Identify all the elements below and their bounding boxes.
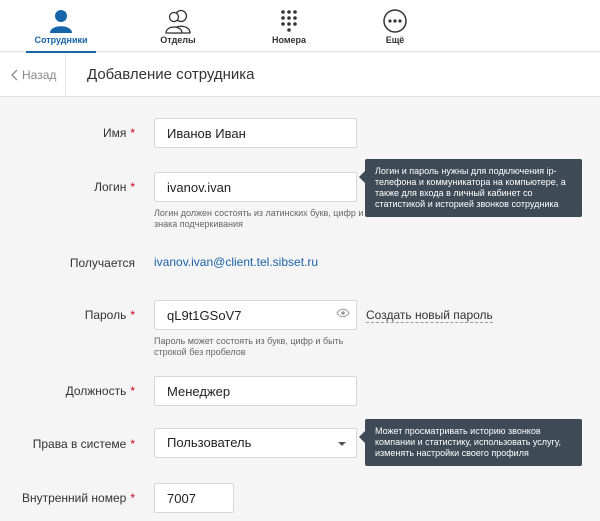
tab-label: Ещё bbox=[385, 35, 405, 45]
back-label: Назад bbox=[22, 68, 57, 82]
eye-icon[interactable] bbox=[336, 308, 350, 318]
login-input[interactable] bbox=[154, 172, 357, 202]
required-mark: * bbox=[130, 180, 135, 194]
tab-label: Отделы bbox=[160, 35, 196, 45]
tab-label: Сотрудники bbox=[34, 35, 88, 45]
required-mark: * bbox=[130, 308, 135, 322]
name-label: Имя * bbox=[102, 126, 135, 140]
password-label: Пароль * bbox=[84, 308, 135, 322]
chevron-left-icon bbox=[10, 69, 18, 81]
more-icon bbox=[383, 9, 407, 33]
chevron-down-icon bbox=[338, 442, 346, 446]
required-mark: * bbox=[130, 437, 135, 451]
resulting-email: ivanov.ivan@client.tel.sibset.ru bbox=[154, 255, 319, 269]
position-input[interactable] bbox=[154, 376, 357, 406]
login-label: Логин * bbox=[94, 180, 135, 194]
tab-more[interactable]: Ещё bbox=[340, 0, 450, 52]
users-icon bbox=[165, 9, 191, 34]
tab-departments[interactable]: Отделы bbox=[123, 0, 233, 52]
user-icon bbox=[50, 10, 72, 33]
page-title: Добавление сотрудника bbox=[87, 66, 255, 83]
rights-tooltip: Может просматривать историю звонков комп… bbox=[359, 419, 582, 466]
required-mark: * bbox=[130, 126, 135, 140]
required-mark: * bbox=[130, 384, 135, 398]
page-header: Назад Добавление сотрудника bbox=[0, 53, 600, 97]
result-label: Получается bbox=[69, 256, 135, 270]
login-hint: Логин должен состоять из латинских букв,… bbox=[154, 208, 364, 229]
dialpad-icon bbox=[281, 10, 297, 32]
password-hint: Пароль может состоять из букв, цифр и бы… bbox=[154, 336, 344, 357]
rights-select[interactable]: Пользователь bbox=[154, 428, 357, 458]
tab-label: Номера bbox=[271, 35, 307, 45]
tab-employees[interactable]: Сотрудники bbox=[6, 0, 116, 53]
rights-selected-value: Пользователь bbox=[167, 435, 252, 450]
back-button[interactable]: Назад bbox=[0, 53, 66, 97]
top-tab-bar: Сотрудники Отделы Номера Ещё bbox=[0, 0, 600, 53]
extension-input[interactable] bbox=[154, 483, 234, 513]
extension-label: Внутренний номер * bbox=[21, 491, 135, 505]
login-tooltip: Логин и пароль нужны для подключения ip-… bbox=[359, 159, 582, 217]
position-label: Должность * bbox=[65, 384, 135, 398]
name-input[interactable] bbox=[154, 118, 357, 148]
generate-password-link[interactable]: Создать новый пароль bbox=[366, 308, 493, 323]
rights-label: Права в системе * bbox=[32, 437, 135, 451]
tab-numbers[interactable]: Номера bbox=[234, 0, 344, 52]
required-mark: * bbox=[130, 491, 135, 505]
password-input[interactable] bbox=[154, 300, 357, 330]
